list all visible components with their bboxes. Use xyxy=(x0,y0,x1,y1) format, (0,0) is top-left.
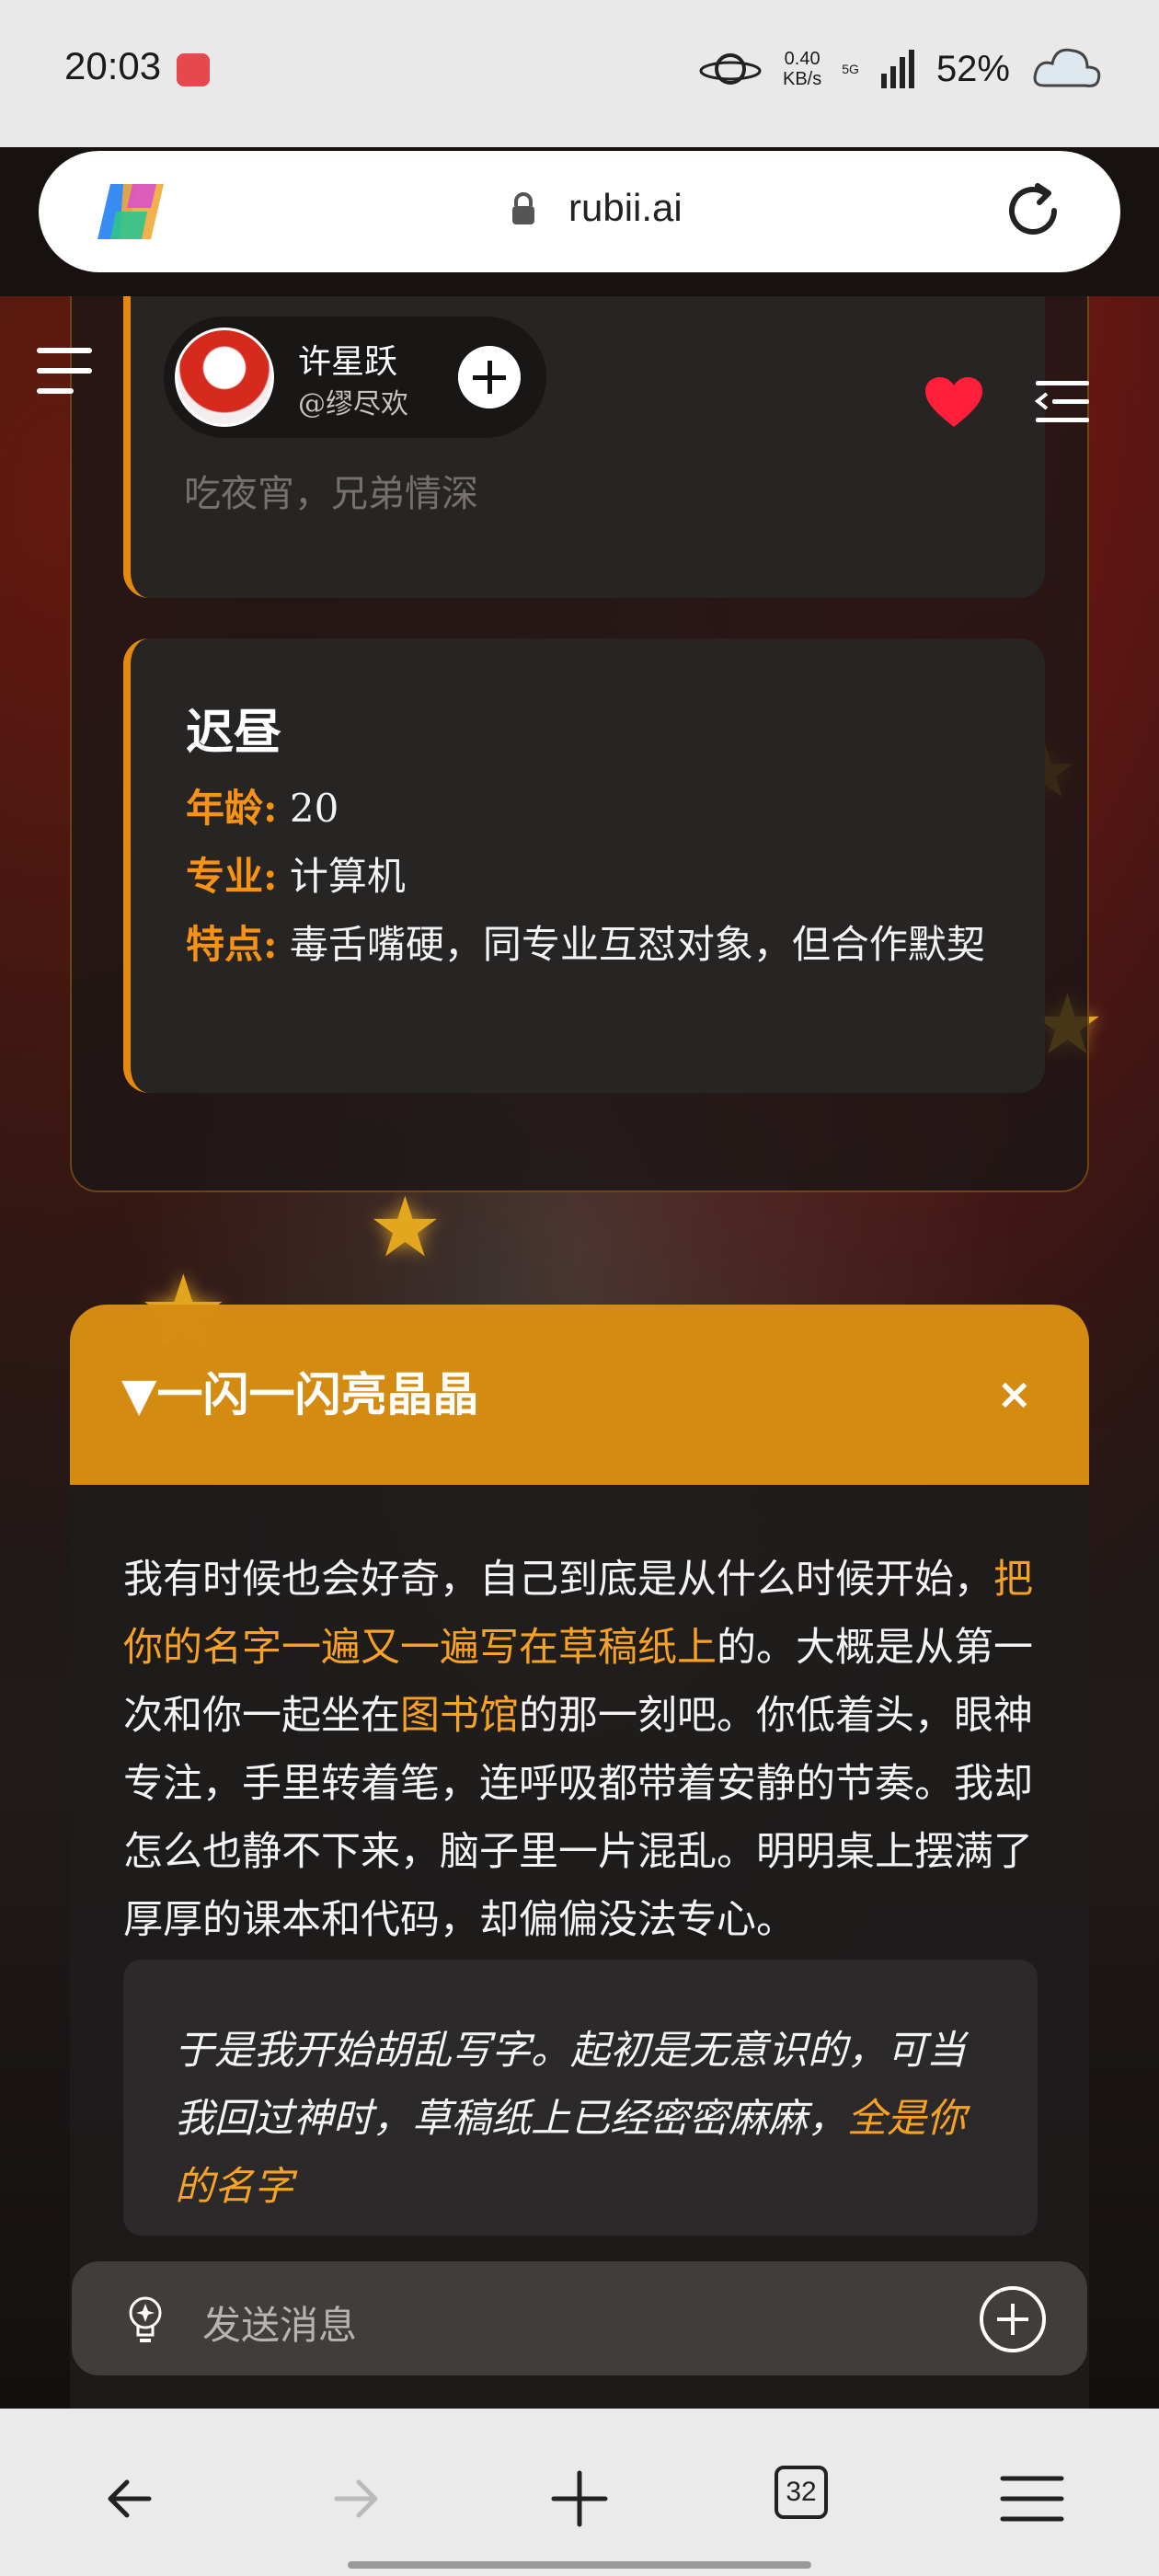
message-input[interactable]: 发送消息 xyxy=(202,2294,357,2351)
avatar[interactable] xyxy=(175,328,274,427)
network-type: 5G xyxy=(842,62,859,76)
quote-text: 于是我开始胡乱写字。起初是无意识的，可当我回过神时，草稿纸上已经密密麻麻，全是你… xyxy=(175,2017,993,2221)
battery-level: 52% xyxy=(935,48,1010,89)
story-panel-title[interactable]: ▼一闪一闪亮晶晶 xyxy=(121,1358,478,1424)
network-speed: 0.40 KB/s xyxy=(783,49,821,89)
status-bar: 20:03 0.40 KB/s 5G 52% xyxy=(0,0,1159,147)
tab-count-button[interactable]: 32 xyxy=(775,2466,828,2519)
story-panel-header[interactable]: ▼一闪一闪亮晶晶 × xyxy=(70,1305,1089,1485)
trait-value: 毒舌嘴硬，同专业互怼对象，但合作默契 xyxy=(277,922,985,967)
story-text: 我有时候也会好奇，自己到底是从什么时候开始，把你的名字一遍又一遍写在草稿纸上的。… xyxy=(123,1546,1052,1954)
follow-plus-icon[interactable] xyxy=(458,346,521,408)
profile-handle: @缪尽欢 xyxy=(298,388,408,420)
url-text[interactable]: rubii.ai xyxy=(568,186,683,230)
character-name: 迟昼 xyxy=(186,705,282,761)
story-highlight: 图书馆 xyxy=(400,1693,519,1739)
age-value: 20 xyxy=(277,786,339,831)
character-card: 迟昼 年龄: 20 专业: 计算机 特点: 毒舌嘴硬，同专业互怼对象，但合作默契 xyxy=(123,638,1045,1093)
story-text-part: 我有时候也会好奇，自己到底是从什么时候开始， xyxy=(123,1557,993,1603)
network-speed-value: 0.40 xyxy=(784,49,820,69)
chat-list-icon[interactable] xyxy=(1034,379,1091,425)
copilot-icon[interactable] xyxy=(92,175,169,248)
previous-card-text: 吃夜宵，兄弟情深 xyxy=(184,473,478,515)
close-button[interactable]: × xyxy=(996,1369,1032,1419)
back-arrow-icon[interactable] xyxy=(94,2462,167,2536)
lightbulb-icon[interactable] xyxy=(123,2294,167,2346)
menu-icon[interactable] xyxy=(35,344,96,399)
star-decoration: ★ xyxy=(368,1179,442,1276)
message-composer[interactable]: 发送消息 xyxy=(72,2261,1087,2375)
trait-key: 特点: xyxy=(186,922,278,967)
browser-toolbar xyxy=(0,2409,1159,2576)
major-key: 专业: xyxy=(186,854,278,899)
character-profile-chip[interactable]: 许星跃 @缪尽欢 xyxy=(164,316,546,438)
signal-icon xyxy=(880,50,914,88)
status-time: 20:03 xyxy=(64,44,162,87)
forward-arrow-icon[interactable] xyxy=(318,2462,392,2536)
age-key: 年龄: xyxy=(186,786,278,831)
status-indicators: 0.40 KB/s 5G 52% xyxy=(698,37,1104,101)
story-panel: ▼一闪一闪亮晶晶 × 我有时候也会好奇，自己到底是从什么时候开始，把你的名字一遍… xyxy=(70,1305,1089,2409)
network-speed-unit: KB/s xyxy=(783,69,822,89)
profile-name: 许星跃 xyxy=(298,343,398,381)
reload-icon[interactable] xyxy=(1001,178,1065,243)
major-value: 计算机 xyxy=(277,854,406,899)
chat-content[interactable]: ★ ★ ★ ★ ★ 吃夜宵，兄弟情深 迟昼 年龄: 20 专业: 计算机 特点:… xyxy=(0,296,1159,2409)
lock-icon xyxy=(512,192,534,224)
character-trait-row: 特点: 毒舌嘴硬，同专业互怼对象，但合作默契 xyxy=(186,911,995,979)
new-tab-plus-icon[interactable] xyxy=(543,2462,616,2536)
character-major-row: 专业: 计算机 xyxy=(186,843,995,911)
heart-icon[interactable] xyxy=(924,375,984,431)
address-bar[interactable]: rubii.ai xyxy=(39,151,1120,272)
story-quote: 于是我开始胡乱写字。起初是无意识的，可当我回过神时，草稿纸上已经密密麻麻，全是你… xyxy=(123,1960,1038,2236)
app-notification-icon xyxy=(177,53,210,86)
add-circle-icon[interactable] xyxy=(979,2285,1047,2353)
home-indicator[interactable] xyxy=(348,2561,811,2569)
planet-icon xyxy=(699,53,762,85)
menu-hamburger-icon[interactable] xyxy=(995,2462,1069,2536)
weather-cloud-icon xyxy=(1033,48,1101,87)
character-age-row: 年龄: 20 xyxy=(186,775,995,843)
